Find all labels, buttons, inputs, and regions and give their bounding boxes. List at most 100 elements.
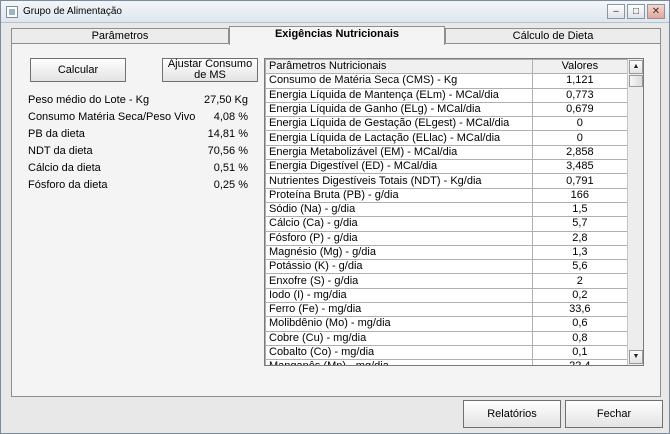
- diet-summary: Peso médio do Lote - Kg 27,50 Kg Consumo M…: [28, 94, 248, 196]
- parameter-cell: Ferro (Fe) - mg/dia: [265, 302, 533, 318]
- table-row[interactable]: Proteína Bruta (PB) - g/dia 166: [265, 187, 629, 203]
- table-row[interactable]: Energia Líquida de Mantença (ELm) - MCal…: [265, 87, 629, 103]
- parameter-cell: Consumo de Matéria Seca (CMS) - Kg: [265, 73, 533, 89]
- table-row[interactable]: Energia Metabolizável (EM) - MCal/dia 2,8…: [265, 144, 629, 161]
- table-row[interactable]: Nutrientes Digestíveis Totais (NDT) - Kg…: [265, 173, 629, 189]
- parameter-cell: Fósforo (P) - g/dia: [265, 230, 533, 246]
- table-row[interactable]: Fósforo (P) - g/dia 2,8: [265, 230, 629, 246]
- value-cell: 0: [531, 130, 629, 146]
- parameter-cell: Energia Líquida de Ganho (ELg) - MCal/di…: [265, 101, 533, 118]
- value-cell: 3,485: [531, 159, 629, 175]
- close-icon[interactable]: ✕: [647, 4, 665, 19]
- value-cell: 5,6: [531, 259, 629, 275]
- tab-calculo-de-dieta[interactable]: Cálculo de Dieta: [445, 28, 661, 44]
- table-row[interactable]: Cálcio (Ca) - g/dia 5,7: [265, 216, 629, 232]
- summary-row: Fósforo da dieta 0,25 %: [28, 179, 248, 196]
- table-row[interactable]: Energia Líquida de Lactação (ELlac) - MC…: [265, 130, 629, 146]
- parameter-cell: Cálcio (Ca) - g/dia: [265, 216, 533, 232]
- summary-value: 27,50 Kg: [203, 94, 248, 106]
- summary-label: PB da dieta: [28, 128, 85, 140]
- summary-value: 0,51 %: [213, 162, 248, 174]
- summary-label: Fósforo da dieta: [28, 179, 108, 191]
- summary-value: 4,08 %: [213, 111, 248, 123]
- parameter-cell: Energia Metabolizável (EM) - MCal/dia: [265, 144, 533, 161]
- table-row[interactable]: Ferro (Fe) - mg/dia 33,6: [265, 302, 629, 318]
- value-cell: 0,679: [531, 101, 629, 118]
- parameter-cell: Enxofre (S) - g/dia: [265, 273, 533, 289]
- scroll-thumb[interactable]: [629, 75, 643, 87]
- table-row[interactable]: Enxofre (S) - g/dia 2: [265, 273, 629, 289]
- value-cell: 0,1: [531, 344, 629, 361]
- relatorios-button[interactable]: Relatórios: [463, 400, 561, 428]
- parameter-cell: Iodo (I) - mg/dia: [265, 287, 533, 304]
- parameter-cell: Energia Líquida de Mantença (ELm) - MCal…: [265, 87, 533, 103]
- scroll-up-icon[interactable]: ▲: [629, 60, 643, 74]
- summary-row: PB da dieta 14,81 %: [28, 128, 248, 145]
- parameter-cell: Sódio (Na) - g/dia: [265, 201, 533, 218]
- tab-label: Parâmetros: [91, 30, 149, 42]
- parameter-cell: Cobre (Cu) - mg/dia: [265, 330, 533, 346]
- table-row[interactable]: Iodo (I) - mg/dia 0,2: [265, 287, 629, 304]
- value-cell: 0: [531, 116, 629, 132]
- tab-exigencias-nutricionais[interactable]: Exigências Nutricionais: [229, 26, 445, 45]
- tab-label: Exigências Nutricionais: [274, 28, 400, 40]
- main-window: Grupo de Alimentação – □ ✕ Parâmetros Ex…: [0, 0, 670, 434]
- value-cell: 0,6: [531, 316, 629, 332]
- table-row[interactable]: Magnésio (Mg) - g/dia 1,3: [265, 244, 629, 261]
- ajustar-consumo-ms-button[interactable]: Ajustar Consumo de MS: [162, 58, 258, 82]
- window-controls: – □ ✕: [607, 4, 665, 19]
- table-row[interactable]: Molibdênio (Mo) - mg/dia 0,6: [265, 316, 629, 332]
- nutrition-table: Parâmetros Nutricionais Valores Consumo …: [265, 59, 629, 365]
- fechar-button[interactable]: Fechar: [565, 400, 663, 428]
- table-row[interactable]: Consumo de Matéria Seca (CMS) - Kg 1,121: [265, 73, 629, 89]
- maximize-icon[interactable]: □: [627, 4, 645, 19]
- parameter-cell: Manganês (Mn) - mg/dia: [265, 359, 533, 365]
- summary-row: Peso médio do Lote - Kg 27,50 Kg: [28, 94, 248, 111]
- column-header-valores[interactable]: Valores: [531, 59, 629, 75]
- summary-value: 70,56 %: [207, 145, 248, 157]
- summary-label: Consumo Matéria Seca/Peso Vivo: [28, 111, 196, 123]
- column-header-parametros[interactable]: Parâmetros Nutricionais: [265, 59, 533, 75]
- tab-strip: Parâmetros Exigências Nutricionais Cálcu…: [11, 26, 661, 45]
- value-cell: 2: [531, 273, 629, 289]
- summary-row: NDT da dieta 70,56 %: [28, 145, 248, 162]
- value-cell: 0,8: [531, 330, 629, 346]
- value-cell: 5,7: [531, 216, 629, 232]
- summary-label: Peso médio do Lote - Kg: [28, 94, 150, 106]
- table-row[interactable]: Cobalto (Co) - mg/dia 0,1: [265, 344, 629, 361]
- title-bar: Grupo de Alimentação – □ ✕: [1, 1, 669, 23]
- parameter-cell: Energia Líquida de Gestação (ELgest) - M…: [265, 116, 533, 132]
- table-row[interactable]: Cobre (Cu) - mg/dia 0,8: [265, 330, 629, 346]
- table-row[interactable]: Manganês (Mn) - mg/dia22,4: [265, 359, 629, 365]
- vertical-scrollbar[interactable]: ▲ ▼: [627, 59, 643, 365]
- tab-parametros[interactable]: Parâmetros: [11, 28, 229, 44]
- table-row[interactable]: Potássio (K) - g/dia 5,6: [265, 259, 629, 275]
- value-cell: 2,858: [531, 144, 629, 161]
- value-cell: 1,121: [531, 73, 629, 89]
- window-title: Grupo de Alimentação: [23, 6, 122, 17]
- parameter-cell: Proteína Bruta (PB) - g/dia: [265, 187, 533, 203]
- summary-row: Cálcio da dieta 0,51 %: [28, 162, 248, 179]
- nutrition-grid[interactable]: Parâmetros Nutricionais Valores Consumo …: [264, 58, 644, 366]
- summary-row: Consumo Matéria Seca/Peso Vivo 4,08 %: [28, 111, 248, 128]
- table-row[interactable]: Energia Líquida de Ganho (ELg) - MCal/di…: [265, 101, 629, 118]
- parameter-cell: Magnésio (Mg) - g/dia: [265, 244, 533, 261]
- summary-value: 14,81 %: [207, 128, 248, 140]
- value-cell: 33,6: [531, 302, 629, 318]
- calcular-button[interactable]: Calcular: [30, 58, 126, 82]
- parameter-cell: Nutrientes Digestíveis Totais (NDT) - Kg…: [265, 173, 533, 189]
- table-row[interactable]: Energia Digestível (ED) - MCal/dia 3,485: [265, 159, 629, 175]
- scroll-down-icon[interactable]: ▼: [629, 350, 643, 364]
- button-label-line2: de MS: [194, 69, 226, 81]
- table-row[interactable]: Sódio (Na) - g/dia 1,5: [265, 201, 629, 218]
- summary-value: 0,25 %: [213, 179, 248, 191]
- value-cell: 22,4: [531, 359, 629, 365]
- tab-label: Cálculo de Dieta: [512, 30, 594, 42]
- minimize-icon[interactable]: –: [607, 4, 625, 19]
- value-cell: 0,773: [531, 87, 629, 103]
- table-row[interactable]: Energia Líquida de Gestação (ELgest) - M…: [265, 116, 629, 132]
- value-cell: 166: [531, 187, 629, 203]
- parameter-cell: Energia Digestível (ED) - MCal/dia: [265, 159, 533, 175]
- parameter-cell: Cobalto (Co) - mg/dia: [265, 344, 533, 361]
- value-cell: 1,3: [531, 244, 629, 261]
